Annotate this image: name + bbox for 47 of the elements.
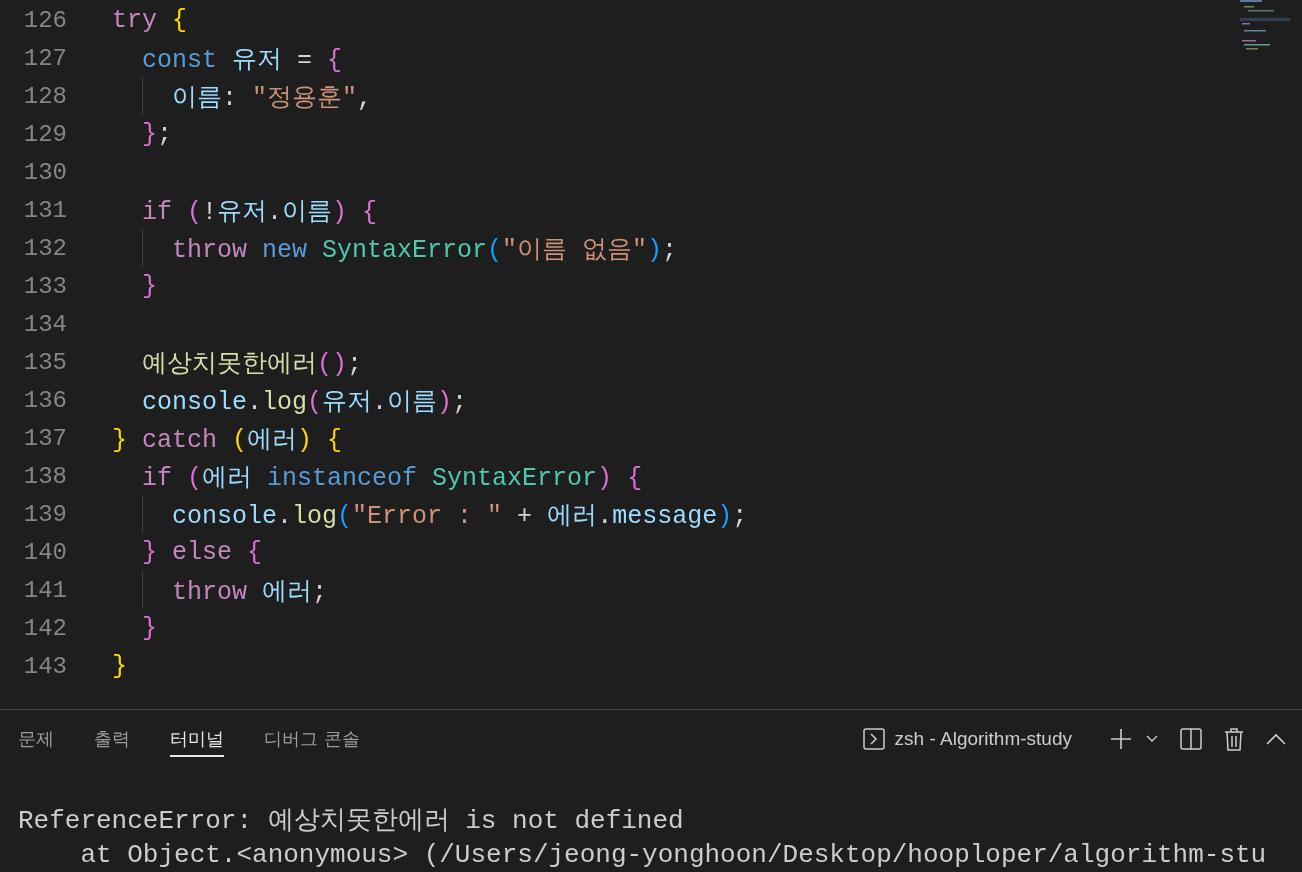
- code-line: console.log(유저.이름);: [142, 386, 468, 417]
- code-line: }: [142, 271, 157, 301]
- line-number: 139: [22, 500, 67, 528]
- line-number: 141: [22, 576, 67, 604]
- code-line: throw new SyntaxError("이름 없음");: [172, 234, 678, 265]
- line-number: 126: [22, 6, 67, 34]
- terminal-output: at Object.<anonymous> (/Users/jeong-yonghoon/Desktop/hooploper/algorithm-stu: [79, 839, 1268, 872]
- code-line: }: [112, 651, 127, 681]
- line-number: 127: [22, 44, 67, 72]
- line-number: 138: [22, 462, 67, 490]
- code-line: } catch (에러) {: [112, 424, 343, 455]
- line-number: 135: [22, 348, 67, 376]
- panel-tab[interactable]: 출력: [94, 721, 130, 757]
- plus-icon[interactable]: [1110, 728, 1132, 750]
- code-line: } else {: [142, 537, 263, 567]
- code-line: if (!유저.이름) {: [142, 196, 378, 227]
- code-line: 이름: "정용훈",: [172, 82, 373, 113]
- code-line: const 유저 = {: [142, 44, 343, 75]
- line-number: 131: [22, 196, 67, 224]
- code-line: };: [142, 119, 173, 149]
- code-line: if (에러 instanceof SyntaxError) {: [142, 462, 643, 493]
- chevron-up-icon[interactable]: [1266, 733, 1286, 745]
- line-number: 129: [22, 120, 67, 148]
- line-number: 132: [22, 234, 67, 262]
- line-number: 134: [22, 310, 67, 338]
- code-line: try {: [112, 5, 188, 35]
- line-number: 143: [22, 652, 67, 680]
- panel-tab[interactable]: 디버그 콘솔: [264, 721, 360, 757]
- chevron-down-icon[interactable]: [1146, 735, 1158, 743]
- terminal-output: ReferenceError: 예상치못한에러 is not defined: [18, 805, 685, 838]
- line-number: 140: [22, 538, 67, 566]
- terminal-icon[interactable]: [862, 728, 885, 750]
- line-number: 137: [22, 424, 67, 452]
- code-line: }: [142, 613, 157, 643]
- terminal-name[interactable]: zsh - Algorithm-study: [894, 728, 1072, 750]
- panel-tab[interactable]: 문제: [18, 721, 54, 757]
- panel-tab[interactable]: 터미널: [170, 721, 224, 757]
- code-line: 예상치못한에러();: [142, 348, 363, 379]
- trash-icon[interactable]: [1224, 727, 1244, 751]
- code-line: throw 에러;: [172, 576, 328, 607]
- line-number: 142: [22, 614, 67, 642]
- line-number: 128: [22, 82, 67, 110]
- line-number: 130: [22, 158, 67, 186]
- split-icon[interactable]: [1180, 728, 1202, 750]
- line-number: 136: [22, 386, 67, 414]
- line-number: 133: [22, 272, 67, 300]
- code-line: console.log("Error : " + 에러.message);: [172, 500, 748, 531]
